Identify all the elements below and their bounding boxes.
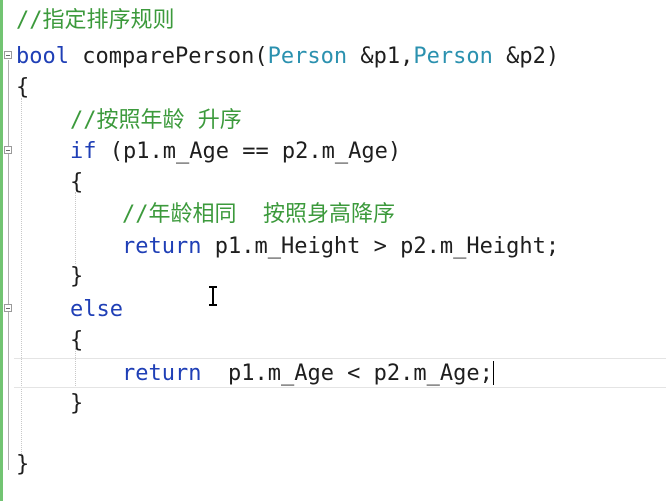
code-token: Person — [267, 44, 348, 69]
code-token: //指定排序规则 — [16, 8, 175, 33]
code-token: //年龄相同 按照身高降序 — [122, 202, 395, 227]
fold-region-line — [8, 60, 9, 470]
code-token: { — [16, 75, 30, 100]
code-line[interactable]: //年龄相同 按照身高降序 — [122, 200, 395, 230]
indent-guide — [75, 192, 76, 264]
code-line[interactable]: } — [70, 389, 83, 419]
code-token: return — [122, 361, 202, 386]
code-token: } — [70, 391, 84, 416]
code-token: } — [16, 452, 30, 477]
text-caret — [493, 361, 494, 385]
code-token: &p1, — [347, 44, 414, 69]
code-token: { — [70, 170, 84, 195]
code-line[interactable]: return p1.m_Age < p2.m_Age; — [122, 359, 493, 389]
code-token: Person — [413, 44, 493, 69]
indent-guide — [21, 98, 22, 458]
code-line[interactable]: //指定排序规则 — [16, 6, 175, 36]
code-line[interactable]: else — [70, 295, 123, 325]
text-cursor-ibeam-icon — [208, 286, 218, 306]
code-token: bool — [16, 44, 69, 69]
code-token: &p2) — [492, 44, 560, 69]
collapse-minus-icon[interactable] — [4, 304, 12, 312]
code-token: (p1.m_Age == p2.m_Age) — [96, 139, 402, 164]
code-line[interactable]: { — [70, 326, 83, 356]
change-indicator-bar — [0, 0, 3, 501]
code-line[interactable]: return p1.m_Height > p2.m_Height; — [122, 232, 559, 262]
code-token: if — [70, 139, 97, 164]
code-line[interactable]: bool comparePerson(Person &p1,Person &p2… — [16, 42, 559, 72]
code-token: p1.m_Age < p2.m_Age; — [201, 361, 493, 386]
code-token: p1.m_Height > p2.m_Height; — [201, 234, 560, 259]
collapse-minus-icon[interactable] — [4, 51, 12, 59]
code-line[interactable]: } — [16, 450, 29, 480]
code-line[interactable]: { — [16, 73, 29, 103]
code-token: } — [70, 264, 84, 289]
code-line[interactable]: //按照年龄 升序 — [70, 106, 242, 136]
code-line[interactable]: { — [70, 168, 83, 198]
code-token: //按照年龄 升序 — [70, 108, 242, 133]
code-token: { — [70, 328, 84, 353]
collapse-minus-icon[interactable] — [4, 146, 12, 154]
code-token: else — [70, 297, 123, 322]
code-token: comparePerson( — [68, 44, 268, 69]
code-editor[interactable]: //指定排序规则 bool comparePerson(Person &p1,P… — [0, 0, 666, 501]
code-line[interactable]: if (p1.m_Age == p2.m_Age) — [70, 137, 401, 167]
code-token: return — [122, 234, 202, 259]
code-line[interactable]: } — [70, 262, 83, 292]
